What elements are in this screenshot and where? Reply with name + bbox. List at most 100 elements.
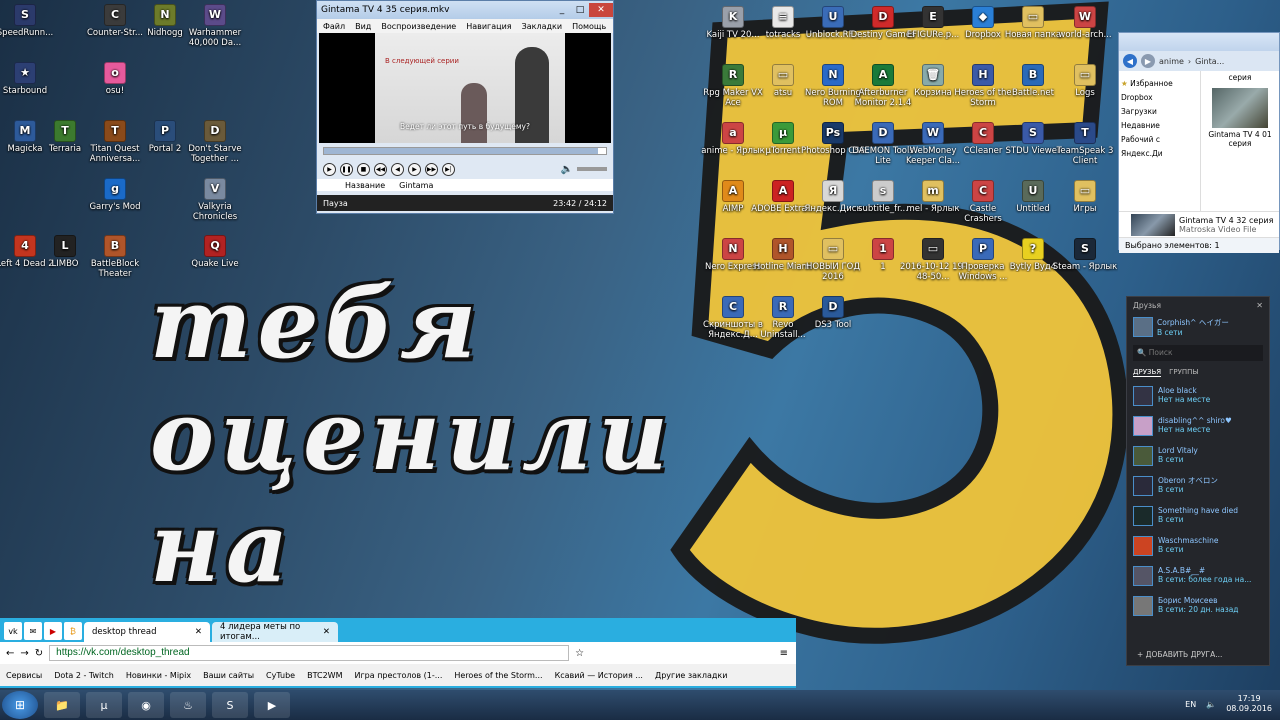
start-button[interactable]: ⊞	[2, 691, 38, 719]
explorer-titlebar[interactable]	[1119, 33, 1279, 51]
next-icon[interactable]: ▶▶	[425, 162, 438, 176]
bookmark-star-icon[interactable]: ☆	[575, 648, 584, 659]
nav-desktop[interactable]: Рабочий с	[1121, 133, 1198, 147]
pinned-tab-vk[interactable]: vk	[4, 622, 22, 640]
bookmark-item[interactable]: CyTube	[266, 671, 295, 680]
bookmark-item[interactable]: Другие закладки	[655, 671, 728, 680]
file-caption[interactable]: Gintama TV 4 01 серия	[1201, 130, 1279, 148]
minimize-button[interactable]: _	[553, 3, 571, 17]
language-indicator[interactable]: EN	[1185, 700, 1196, 709]
friend-row[interactable]: Борис Моисеев В сети: 20 дн. назад	[1131, 591, 1265, 621]
bookmark-item[interactable]: Heroes of the Storm...	[454, 671, 542, 680]
friend-row[interactable]: A.S.A.B#__# В сети: более года на...	[1131, 561, 1265, 591]
volume-icon[interactable]: 🔈	[561, 164, 573, 175]
friend-row[interactable]: Something have died В сети	[1131, 501, 1265, 531]
frame-step-icon[interactable]: ▶|	[442, 162, 455, 176]
url-input[interactable]: https://vk.com/desktop_thread	[49, 645, 570, 661]
pinned-tab-bitcoin[interactable]: ₿	[64, 622, 82, 640]
volume-tray-icon[interactable]: 🔈	[1206, 700, 1216, 709]
bookmark-item[interactable]: Ваши сайты	[203, 671, 254, 680]
bookmark-item[interactable]: Сервисы	[6, 671, 42, 680]
desktop-icon[interactable]: g Garry's Mod	[80, 178, 150, 212]
menu-help[interactable]: Помощь	[572, 22, 606, 31]
pause-icon[interactable]: ❚❚	[340, 162, 353, 176]
volume-slider[interactable]	[577, 167, 607, 171]
tab-close-icon[interactable]: ✕	[323, 627, 330, 637]
forward-icon[interactable]: ▶	[408, 162, 421, 176]
menu-file[interactable]: Файл	[323, 22, 345, 31]
close-icon[interactable]: ✕	[1256, 301, 1263, 310]
nav-recent[interactable]: Недавние	[1121, 119, 1198, 133]
close-button[interactable]: ✕	[589, 3, 613, 17]
menu-play[interactable]: Воспроизведение	[381, 22, 456, 31]
friend-row[interactable]: Lord Vitaly В сети	[1131, 441, 1265, 471]
back-icon[interactable]: ◀	[1123, 54, 1137, 68]
bookmark-item[interactable]: Игра престолов (1-...	[354, 671, 442, 680]
pinned-tab-youtube[interactable]: ▶	[44, 622, 62, 640]
maximize-button[interactable]: □	[571, 3, 589, 17]
friend-row[interactable]: Aloe black Нет на месте	[1131, 381, 1265, 411]
menu-icon[interactable]: ≡	[780, 648, 788, 659]
media-player-window[interactable]: Gintama TV 4 35 серия.mkv _ □ ✕ Файл Вид…	[316, 0, 614, 214]
desktop-icon[interactable]: ▭ Игры	[1052, 180, 1118, 214]
friend-row[interactable]: disabling^^ shiro♥ Нет на месте	[1131, 411, 1265, 441]
chrome-taskbar-icon[interactable]: ◉	[128, 692, 164, 718]
desktop-icon[interactable]: D Don't Starve Together ...	[180, 120, 250, 164]
desktop-icon[interactable]: o osu!	[80, 62, 150, 96]
desktop-icon[interactable]: W Warhammer 40,000 Da...	[180, 4, 250, 48]
menu-bookmarks[interactable]: Закладки	[522, 22, 562, 31]
explorer-window[interactable]: ◀ ▶ anime › Ginta... ★ Избранное Dropbox…	[1118, 32, 1280, 253]
desktop-icon[interactable]: V Valkyria Chronicles	[180, 178, 250, 222]
desktop-icon[interactable]: D DS3 Tool	[800, 296, 866, 330]
steam-friends-window[interactable]: Друзья ✕ Corphish^ ヘイガー В сети 🔍 Поиск Д…	[1126, 296, 1270, 666]
breadcrumb-anime[interactable]: anime	[1159, 57, 1184, 66]
clock[interactable]: 17:19 08.09.2016	[1226, 694, 1272, 714]
tab-friends[interactable]: ДРУЗЬЯ	[1133, 368, 1162, 377]
add-friend-button[interactable]: + ДОБАВИТЬ ДРУГА...	[1137, 650, 1222, 659]
bookmark-item[interactable]: Новинки - Mipix	[126, 671, 191, 680]
back-icon[interactable]: ←	[6, 648, 14, 659]
menu-navigate[interactable]: Навигация	[466, 22, 511, 31]
stop-icon[interactable]: ■	[357, 162, 370, 176]
nav-dropbox[interactable]: Dropbox	[1121, 91, 1198, 105]
desktop-icon[interactable]: S Steam - Ярлык	[1052, 238, 1118, 272]
forward-arrow-icon[interactable]: ▶	[1141, 54, 1155, 68]
friends-search-input[interactable]: 🔍 Поиск	[1133, 345, 1263, 361]
current-user[interactable]: Corphish^ ヘイガー В сети	[1127, 313, 1269, 341]
steam-taskbar-icon[interactable]: ♨	[170, 692, 206, 718]
pinned-tab-mail[interactable]: ✉	[24, 622, 42, 640]
desktop-icon[interactable]: ▭ Logs	[1052, 64, 1118, 98]
browser-window[interactable]: vk ✉ ▶ ₿ desktop thread ✕ 4 лидера меты п…	[0, 618, 796, 688]
rewind-icon[interactable]: ◀	[391, 162, 404, 176]
tab-meta-leaders[interactable]: 4 лидера меты по итогам... ✕	[212, 622, 338, 642]
explorer-taskbar-icon[interactable]: 📁	[44, 692, 80, 718]
nav-yandex-disk[interactable]: Яндекс.Ди	[1121, 147, 1198, 161]
address-bar[interactable]: ◀ ▶ anime › Ginta...	[1119, 51, 1279, 71]
tab-groups[interactable]: ГРУППЫ	[1169, 368, 1198, 376]
desktop-icon[interactable]: Q Quake Live	[180, 235, 250, 269]
desktop-icon[interactable]: ★ Starbound	[0, 62, 60, 96]
skype-taskbar-icon[interactable]: S	[212, 692, 248, 718]
player-taskbar-icon[interactable]: ▶	[254, 692, 290, 718]
forward-icon[interactable]: →	[20, 648, 28, 659]
tab-close-icon[interactable]: ✕	[195, 627, 202, 637]
play-icon[interactable]: ▶	[323, 162, 336, 176]
desktop-icon[interactable]: S SpeedRunn...	[0, 4, 60, 38]
bookmark-item[interactable]: Dota 2 - Twitch	[54, 671, 114, 680]
tab-desktop-thread[interactable]: desktop thread ✕	[84, 622, 210, 642]
bookmark-item[interactable]: BTC2WM	[307, 671, 342, 680]
nav-downloads[interactable]: Загрузки	[1121, 105, 1198, 119]
reload-icon[interactable]: ↻	[35, 648, 43, 659]
video-area[interactable]: В следующей серии Ведет ли этот путь в б…	[319, 33, 611, 143]
desktop-icon[interactable]: T TeamSpeak 3 Client	[1052, 122, 1118, 166]
bookmark-item[interactable]: Ксавий — История ...	[555, 671, 643, 680]
previous-icon[interactable]: ◀◀	[374, 162, 387, 176]
friend-row[interactable]: Waschmaschine В сети	[1131, 531, 1265, 561]
desktop-icon[interactable]: B BattleBlock Theater	[80, 235, 150, 279]
menu-view[interactable]: Вид	[355, 22, 371, 31]
seek-bar[interactable]	[323, 147, 607, 155]
breadcrumb-gintama[interactable]: Ginta...	[1195, 57, 1224, 66]
utorrent-taskbar-icon[interactable]: µ	[86, 692, 122, 718]
friend-row[interactable]: Oberon オベロン В сети	[1131, 471, 1265, 501]
nav-favorites[interactable]: ★ Избранное	[1121, 77, 1198, 91]
